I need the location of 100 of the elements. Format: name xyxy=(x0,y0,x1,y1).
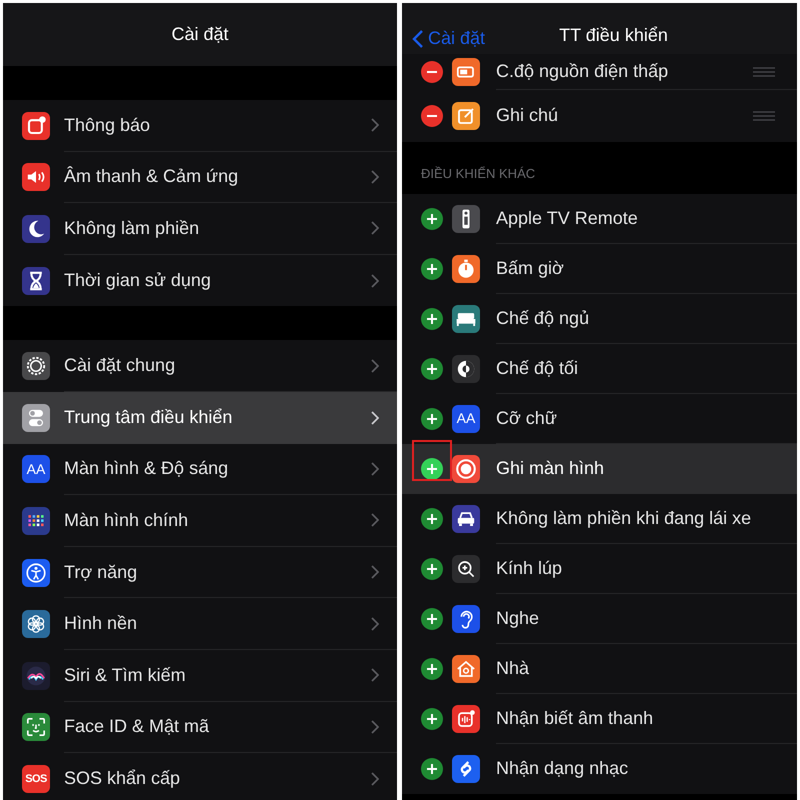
add-button[interactable] xyxy=(421,658,443,680)
plus-icon xyxy=(426,562,438,575)
add-button[interactable] xyxy=(421,758,443,780)
row-label: Không làm phiền khi đang lái xe xyxy=(496,506,752,530)
app-grid-icon xyxy=(22,506,50,535)
face-scan-icon xyxy=(22,713,50,742)
settings-row[interactable]: Không làm phiền xyxy=(3,203,397,255)
row-label: Chế độ ngủ xyxy=(496,306,590,330)
plus-icon xyxy=(426,262,438,275)
settings-row[interactable]: Cài đặt chung xyxy=(3,340,397,392)
row-label: Thời gian sử dụng xyxy=(64,269,212,292)
car-icon xyxy=(452,504,480,533)
add-button[interactable] xyxy=(421,358,443,380)
add-button[interactable] xyxy=(421,208,443,230)
control-row[interactable]: Nhận dạng nhạc xyxy=(402,744,797,794)
control-row[interactable]: Không làm phiền khi đang lái xe xyxy=(402,494,797,544)
settings-row[interactable]: Trợ năng xyxy=(3,546,397,598)
screen-title: Cài đặt xyxy=(171,23,229,46)
moon-icon xyxy=(22,214,50,243)
note-icon xyxy=(452,102,480,130)
ear-icon xyxy=(452,604,480,633)
chevron-icon xyxy=(371,274,379,288)
settings-row[interactable]: Màn hình chính xyxy=(3,495,397,547)
plus-icon xyxy=(426,212,438,225)
row-label: Siri & Tìm kiếm xyxy=(64,664,187,687)
row-label: Face ID & Mật mã xyxy=(64,715,210,738)
chevron-icon xyxy=(371,565,379,580)
toggle-switches-icon xyxy=(22,404,50,432)
settings-row[interactable]: Face ID & Mật mã xyxy=(3,702,397,754)
add-button[interactable] xyxy=(421,508,443,530)
chevron-icon xyxy=(371,720,379,734)
row-label: Cỡ chữ xyxy=(496,406,558,430)
magnifier-icon xyxy=(452,554,480,583)
control-row[interactable]: Nhận biết âm thanh xyxy=(402,694,797,744)
sos-icon: SOS xyxy=(22,764,50,793)
settings-row[interactable]: Âm thanh & Cảm ứng xyxy=(3,152,397,204)
row-label: Không làm phiền xyxy=(64,216,200,240)
chevron-icon xyxy=(371,410,379,425)
add-button[interactable] xyxy=(421,308,443,330)
add-button[interactable] xyxy=(421,408,443,430)
plus-icon xyxy=(426,712,438,725)
text-size-icon: AA xyxy=(22,455,50,484)
settings-row[interactable]: Trung tâm điều khiển xyxy=(3,392,397,444)
add-button[interactable] xyxy=(421,558,443,580)
control-row[interactable]: C.độ nguồn điện thấp xyxy=(402,54,797,90)
row-label: Cài đặt chung xyxy=(64,354,176,378)
gear-icon xyxy=(22,352,50,380)
remove-button[interactable] xyxy=(421,104,443,127)
row-label: Bấm giờ xyxy=(496,256,565,280)
plus-icon xyxy=(426,662,438,675)
chevron-icon xyxy=(371,668,379,682)
accessibility-icon xyxy=(22,558,50,587)
settings-row[interactable]: Thời gian sử dụng xyxy=(3,254,397,306)
row-label: Âm thanh & Cảm ứng xyxy=(64,165,240,188)
control-row[interactable]: Apple TV Remote xyxy=(402,194,797,244)
row-label: Hình nền xyxy=(64,612,138,636)
row-label: Nhận biết âm thanh xyxy=(496,706,654,730)
row-label: Nhà xyxy=(496,656,530,680)
speaker-icon xyxy=(22,163,50,192)
drag-handle-icon[interactable] xyxy=(753,110,775,121)
add-button[interactable] xyxy=(421,258,443,280)
text-size-icon: AA xyxy=(452,404,480,433)
remove-button[interactable] xyxy=(421,61,443,83)
control-row[interactable]: Nghe xyxy=(402,594,797,644)
settings-row[interactable]: Siri & Tìm kiếm xyxy=(3,650,397,702)
settings-row[interactable]: SOS SOS khẩn cấp xyxy=(3,753,397,800)
control-row[interactable]: Chế độ ngủ xyxy=(402,294,797,344)
chevron-icon xyxy=(371,118,379,132)
back-chevron-icon xyxy=(412,28,424,48)
chevron-icon xyxy=(371,513,379,528)
bed-icon xyxy=(452,304,480,333)
row-label: SOS khẩn cấp xyxy=(64,767,182,790)
music-recognition-icon xyxy=(452,754,480,783)
add-button[interactable] xyxy=(421,708,443,730)
plus-icon xyxy=(426,312,438,325)
add-button[interactable] xyxy=(421,608,443,630)
control-row[interactable]: Chế độ tối xyxy=(402,344,797,394)
row-label: Trợ năng xyxy=(64,560,138,584)
plus-icon xyxy=(426,362,438,375)
drag-handle-icon[interactable] xyxy=(753,66,775,76)
row-label: Nghe xyxy=(496,606,540,630)
control-row[interactable]: Nhà xyxy=(402,644,797,694)
control-row[interactable]: AA Cỡ chữ xyxy=(402,394,797,444)
control-row[interactable]: Ghi chú xyxy=(402,90,797,142)
house-icon xyxy=(452,654,480,683)
add-button[interactable] xyxy=(421,458,443,480)
chevron-icon xyxy=(371,462,379,476)
plus-icon xyxy=(426,512,438,525)
control-row[interactable]: Kính lúp xyxy=(402,544,797,594)
remote-icon xyxy=(452,204,480,233)
settings-row[interactable]: Thông báo xyxy=(3,100,397,152)
control-row[interactable]: Bấm giờ xyxy=(402,244,797,294)
hourglass-icon xyxy=(22,266,50,295)
row-label: Trung tâm điều khiển xyxy=(64,406,234,430)
settings-row[interactable]: Hình nền xyxy=(3,598,397,650)
waveform-icon xyxy=(452,704,480,733)
contrast-icon xyxy=(452,354,480,383)
settings-row[interactable]: AA Màn hình & Độ sáng xyxy=(3,444,397,496)
row-label: Apple TV Remote xyxy=(496,206,639,230)
row-label: Màn hình & Độ sáng xyxy=(64,457,230,480)
